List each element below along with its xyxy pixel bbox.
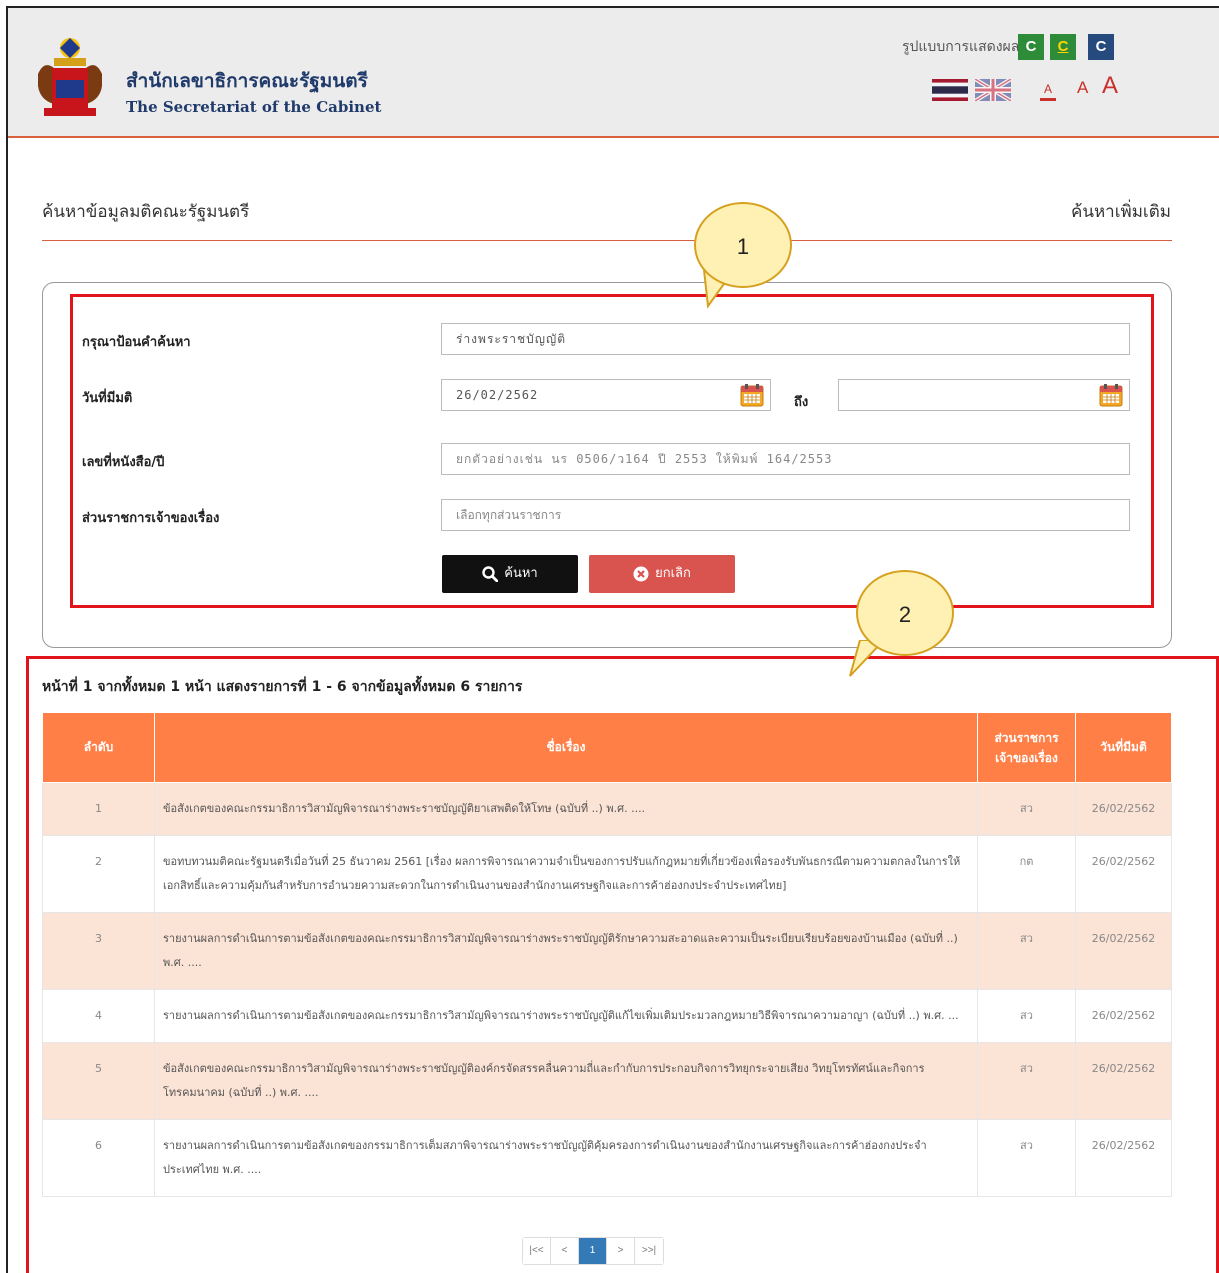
row-date: 26/02/2562 (1075, 835, 1172, 913)
table-row[interactable]: 6 รายงานผลการดำเนินการตามข้อสังเกตของกรร… (42, 1119, 1172, 1197)
calendar-icon[interactable] (1099, 383, 1123, 407)
page-title: ค้นหาข้อมูลมติคณะรัฐมนตรี (42, 202, 250, 222)
pagination: |<< < 1 > >>| (522, 1237, 664, 1265)
row-agency: สว (977, 1042, 1076, 1120)
last-page-button[interactable]: >>| (635, 1238, 663, 1264)
search-button-label: ค้นหา (504, 566, 538, 581)
cancel-button[interactable]: ยกเลิก (589, 555, 735, 593)
contrast-normal-button[interactable]: C (1018, 34, 1044, 60)
callout-1: 1 (694, 202, 792, 288)
column-header-subject[interactable]: ชื่อเรื่อง (154, 712, 978, 783)
display-mode-label: รูปแบบการแสดงผล | (902, 39, 1029, 55)
row-date: 26/02/2562 (1075, 782, 1172, 836)
table-row[interactable]: 4 รายงานผลการดำเนินการตามข้อสังเกตของคณะ… (42, 989, 1172, 1043)
agency-select[interactable]: เลือกทุกส่วนราชการ (441, 499, 1130, 531)
row-date: 26/02/2562 (1075, 912, 1172, 990)
table-row[interactable]: 1 ข้อสังเกตของคณะกรรมาธิการวิสามัญพิจารณ… (42, 782, 1172, 836)
cancel-button-label: ยกเลิก (655, 566, 691, 581)
row-agency: สว (977, 782, 1076, 836)
font-size-small-button[interactable]: A (1040, 82, 1057, 101)
row-date: 26/02/2562 (1075, 1042, 1172, 1120)
table-row[interactable]: 3 รายงานผลการดำเนินการตามข้อสังเกตของคณะ… (42, 912, 1172, 990)
table-header-row: ลำดับ ชื่อเรื่อง ส่วนราชการ เจ้าของเรื่อ… (42, 712, 1172, 783)
results-summary: หน้าที่ 1 จากทั้งหมด 1 หน้า แสดงรายการที… (42, 679, 523, 695)
column-header-agency-line1: ส่วนราชการ (994, 730, 1059, 745)
row-subject-link[interactable]: ข้อสังเกตของคณะกรรมาธิการวิสามัญพิจารณาร… (154, 1042, 978, 1120)
results-table: ลำดับ ชื่อเรื่อง ส่วนราชการ เจ้าของเรื่อ… (42, 712, 1172, 1197)
keyword-label: กรุณาป้อนคำค้นหา (82, 335, 191, 350)
document-number-input[interactable]: ยกตัวอย่างเช่น นร 0506/ว164 ปี 2553 ให้พ… (441, 443, 1130, 475)
font-size-large-button[interactable]: A (1102, 72, 1118, 100)
brand-title-en: The Secretariat of the Cabinet (126, 98, 382, 116)
contrast-yellow-button[interactable]: C (1050, 34, 1076, 60)
prev-page-button[interactable]: < (551, 1238, 579, 1264)
resolution-date-label: วันที่มีมติ (82, 391, 133, 406)
callout-2: 2 (856, 570, 954, 656)
row-agency: สว (977, 989, 1076, 1043)
font-size-medium-button[interactable]: A (1077, 78, 1088, 98)
thai-flag-icon[interactable] (932, 79, 968, 101)
date-from-input[interactable]: 26/02/2562 (441, 379, 771, 411)
row-number: 4 (42, 989, 155, 1043)
row-subject-link[interactable]: รายงานผลการดำเนินการตามข้อสังเกตของคณะกร… (154, 912, 978, 990)
row-subject-link[interactable]: ขอทบทวนมติคณะรัฐมนตรีเมื่อวันที่ 25 ธันว… (154, 835, 978, 913)
row-number: 3 (42, 912, 155, 990)
row-number: 1 (42, 782, 155, 836)
date-to-input[interactable] (838, 379, 1130, 411)
row-subject-link[interactable]: รายงานผลการดำเนินการตามข้อสังเกตของกรรมา… (154, 1119, 978, 1197)
column-header-agency[interactable]: ส่วนราชการ เจ้าของเรื่อง (977, 712, 1076, 783)
row-number: 5 (42, 1042, 155, 1120)
site-header: สำนักเลขาธิการคณะรัฐมนตรี The Secretaria… (8, 8, 1219, 138)
title-divider (42, 240, 1172, 241)
column-header-agency-line2: เจ้าของเรื่อง (995, 750, 1058, 765)
agency-label: ส่วนราชการเจ้าของเรื่อง (82, 511, 220, 526)
column-header-no[interactable]: ลำดับ (42, 712, 155, 783)
contrast-dark-button[interactable]: C (1088, 34, 1114, 60)
calendar-icon[interactable] (740, 383, 764, 407)
search-button[interactable]: ค้นหา (442, 555, 578, 593)
advanced-search-link[interactable]: ค้นหาเพิ่มเติม (1071, 198, 1171, 225)
row-agency: สว (977, 912, 1076, 990)
row-subject-link[interactable]: รายงานผลการดำเนินการตามข้อสังเกตของคณะกร… (154, 989, 978, 1043)
row-number: 2 (42, 835, 155, 913)
document-number-label: เลขที่หนังสือ/ปี (82, 455, 165, 470)
row-date: 26/02/2562 (1075, 1119, 1172, 1197)
brand-title-th: สำนักเลขาธิการคณะรัฐมนตรี (126, 70, 368, 92)
row-number: 6 (42, 1119, 155, 1197)
row-agency: สว (977, 1119, 1076, 1197)
uk-flag-icon[interactable] (975, 79, 1011, 101)
table-row[interactable]: 2 ขอทบทวนมติคณะรัฐมนตรีเมื่อวันที่ 25 ธั… (42, 835, 1172, 913)
close-circle-icon (633, 566, 649, 581)
date-to-label: ถึง (794, 395, 809, 410)
row-agency: กต (977, 835, 1076, 913)
page-1-button[interactable]: 1 (579, 1238, 607, 1264)
cabinet-emblem-logo[interactable] (30, 34, 110, 122)
next-page-button[interactable]: > (607, 1238, 635, 1264)
row-subject-link[interactable]: ข้อสังเกตของคณะกรรมาธิการวิสามัญพิจารณาร… (154, 782, 978, 836)
first-page-button[interactable]: |<< (523, 1238, 551, 1264)
search-icon (482, 565, 499, 582)
column-header-date[interactable]: วันที่มีมติ (1075, 712, 1172, 783)
row-date: 26/02/2562 (1075, 989, 1172, 1043)
keyword-input[interactable]: ร่างพระราชบัญญัติ (441, 323, 1130, 355)
table-row[interactable]: 5 ข้อสังเกตของคณะกรรมาธิการวิสามัญพิจารณ… (42, 1042, 1172, 1120)
